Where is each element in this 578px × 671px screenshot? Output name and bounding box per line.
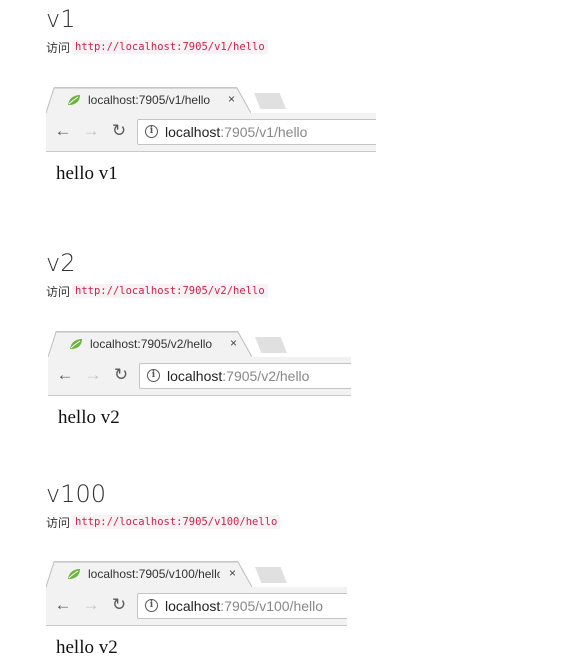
tab-close-icon[interactable]: × bbox=[230, 336, 237, 350]
section-v100: v100 访问 http://localhost:7905/v100/hello bbox=[46, 479, 281, 531]
back-arrow-icon[interactable]: ← bbox=[54, 122, 72, 140]
reload-icon[interactable]: ↻ bbox=[110, 596, 128, 614]
url-path: :7905/v1/hello bbox=[220, 124, 308, 140]
url-host: localhost bbox=[165, 124, 221, 140]
url-text: localhost:7905/v1/hello bbox=[165, 124, 307, 140]
spring-leaf-icon bbox=[70, 339, 82, 349]
new-tab-button[interactable] bbox=[255, 567, 287, 583]
section-v2: v2 访问 http://localhost:7905/v2/hello bbox=[46, 248, 268, 300]
section-heading: v2 bbox=[46, 249, 76, 277]
url-host: localhost bbox=[167, 368, 223, 384]
forward-arrow-icon[interactable]: → bbox=[82, 596, 100, 614]
reload-icon[interactable]: ↻ bbox=[112, 366, 130, 384]
visit-url: http://localhost:7905/v1/hello bbox=[72, 40, 268, 54]
browser-window-v100: localhost:7905/v100/hello × ← → ↻ i loca… bbox=[46, 561, 347, 671]
browser-toolbar: ← → ↻ i localhost:7905/v100/hello bbox=[46, 587, 347, 626]
url-host: localhost bbox=[165, 598, 221, 614]
tab-close-icon[interactable]: × bbox=[229, 566, 236, 580]
spring-leaf-icon bbox=[68, 569, 80, 579]
address-bar[interactable]: i localhost:7905/v100/hello bbox=[137, 593, 347, 619]
tab-bar: localhost:7905/v1/hello × bbox=[46, 87, 376, 113]
tab-title: localhost:7905/v1/hello bbox=[88, 93, 211, 107]
page-content: hello v2 bbox=[58, 407, 120, 428]
url-path: :7905/v2/hello bbox=[222, 368, 310, 384]
browser-window-v2: localhost:7905/v2/hello × ← → ↻ i localh… bbox=[48, 331, 351, 441]
tab-bar: localhost:7905/v2/hello × bbox=[48, 331, 351, 357]
section-heading: v1 bbox=[46, 5, 76, 33]
url-text: localhost:7905/v2/hello bbox=[167, 368, 309, 384]
forward-arrow-icon[interactable]: → bbox=[84, 366, 102, 384]
page-content: hello v1 bbox=[56, 163, 118, 184]
visit-line: 访问 http://localhost:7905/v100/hello bbox=[46, 513, 281, 531]
tab-title: localhost:7905/v100/hello bbox=[88, 567, 220, 581]
section-v1: v1 访问 http://localhost:7905/v1/hello bbox=[46, 4, 268, 56]
visit-url: http://localhost:7905/v100/hello bbox=[72, 515, 281, 529]
tab-bar: localhost:7905/v100/hello × bbox=[46, 561, 347, 587]
info-icon[interactable]: i bbox=[147, 369, 160, 382]
browser-toolbar: ← → ↻ i localhost:7905/v1/hello bbox=[46, 113, 376, 152]
new-tab-button[interactable] bbox=[255, 337, 287, 353]
url-text: localhost:7905/v100/hello bbox=[165, 598, 323, 614]
section-heading: v100 bbox=[46, 480, 107, 508]
browser-toolbar: ← → ↻ i localhost:7905/v2/hello bbox=[48, 357, 351, 396]
visit-prefix: 访问 bbox=[46, 284, 71, 299]
forward-arrow-icon[interactable]: → bbox=[82, 122, 100, 140]
page-content: hello v2 bbox=[56, 637, 118, 658]
tab-close-icon[interactable]: × bbox=[228, 92, 235, 106]
visit-line: 访问 http://localhost:7905/v2/hello bbox=[46, 282, 268, 300]
address-bar[interactable]: i localhost:7905/v1/hello bbox=[137, 119, 376, 145]
visit-url: http://localhost:7905/v2/hello bbox=[72, 284, 268, 298]
info-icon[interactable]: i bbox=[145, 125, 158, 138]
tab-title: localhost:7905/v2/hello bbox=[90, 337, 213, 351]
back-arrow-icon[interactable]: ← bbox=[54, 596, 72, 614]
new-tab-button[interactable] bbox=[254, 93, 286, 109]
reload-icon[interactable]: ↻ bbox=[110, 122, 128, 140]
spring-leaf-icon bbox=[68, 95, 80, 105]
browser-window-v1: localhost:7905/v1/hello × ← → ↻ i localh… bbox=[46, 87, 376, 197]
url-path: :7905/v100/hello bbox=[220, 598, 324, 614]
visit-prefix: 访问 bbox=[46, 40, 71, 55]
visit-prefix: 访问 bbox=[46, 515, 71, 530]
address-bar[interactable]: i localhost:7905/v2/hello bbox=[139, 363, 351, 389]
back-arrow-icon[interactable]: ← bbox=[56, 366, 74, 384]
visit-line: 访问 http://localhost:7905/v1/hello bbox=[46, 38, 268, 56]
info-icon[interactable]: i bbox=[145, 599, 158, 612]
